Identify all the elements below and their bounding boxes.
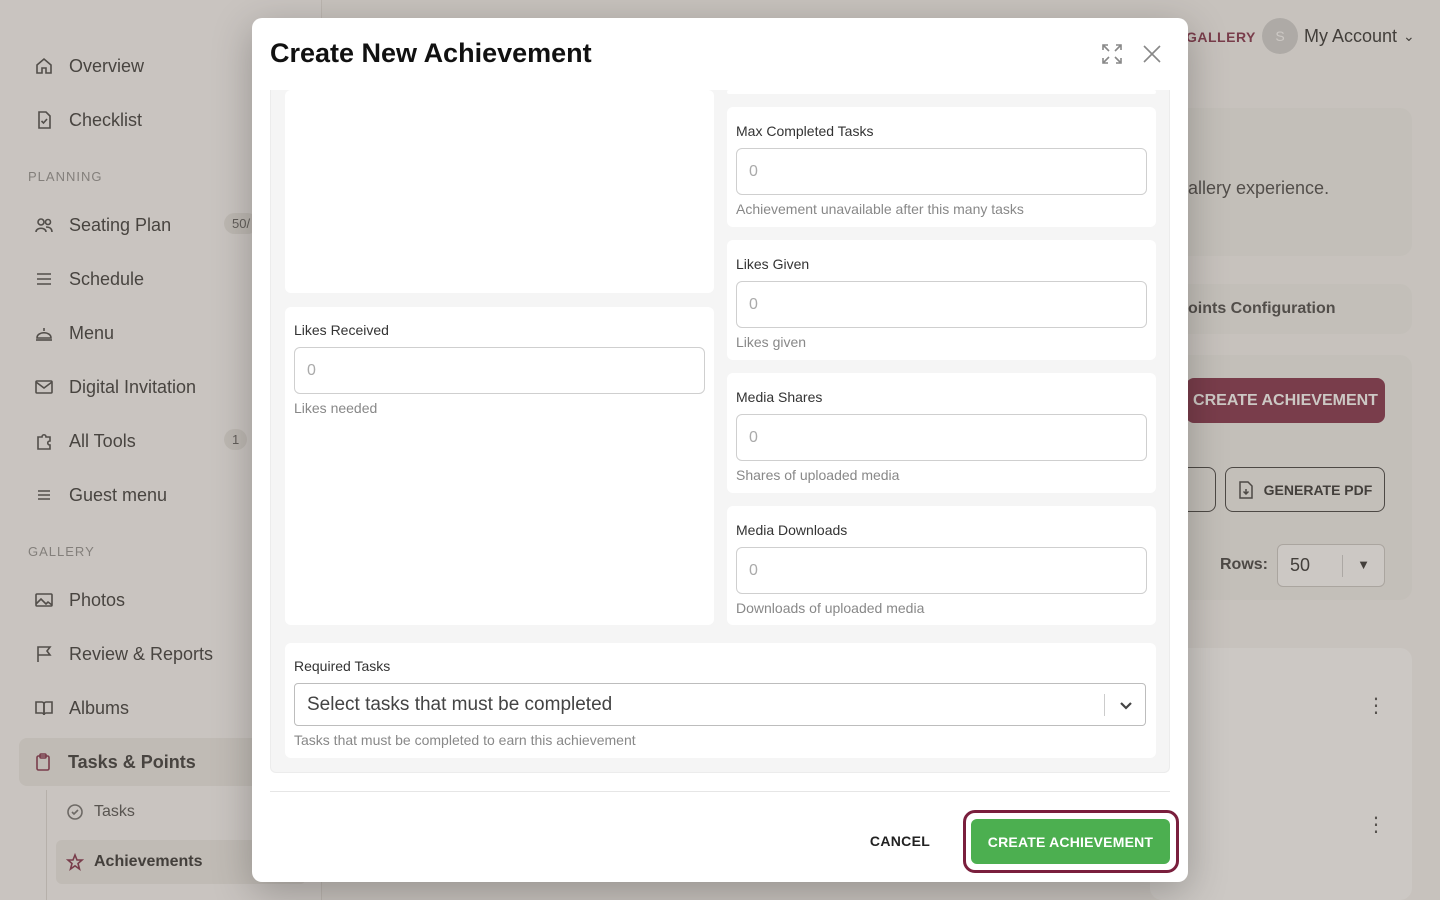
chevron-down-icon[interactable] (1117, 696, 1135, 714)
media-downloads-label: Media Downloads (736, 522, 848, 538)
required-tasks-panel: Required Tasks Select tasks that must be… (285, 643, 1156, 758)
media-shares-input[interactable]: 0 (736, 414, 1147, 461)
media-shares-panel: Media Shares 0 Shares of uploaded media (727, 373, 1156, 493)
close-icon[interactable] (1140, 42, 1164, 66)
create-achievement-button[interactable]: CREATE ACHIEVEMENT (971, 819, 1170, 864)
cancel-button[interactable]: CANCEL (857, 824, 943, 858)
media-downloads-panel: Media Downloads 0 Downloads of uploaded … (727, 506, 1156, 625)
likes-received-panel: Likes Received 0 Likes needed (285, 307, 714, 625)
likes-received-input[interactable]: 0 (294, 347, 705, 394)
media-downloads-help: Downloads of uploaded media (736, 600, 925, 616)
likes-given-input[interactable]: 0 (736, 281, 1147, 328)
likes-given-panel: Likes Given 0 Likes given (727, 240, 1156, 360)
likes-given-label: Likes Given (736, 256, 810, 272)
required-tasks-label: Required Tasks (294, 658, 391, 674)
media-shares-label: Media Shares (736, 389, 823, 405)
max-completed-tasks-help: Achievement unavailable after this many … (736, 201, 1024, 217)
required-tasks-help: Tasks that must be completed to earn thi… (294, 732, 636, 748)
likes-received-label: Likes Received (294, 322, 389, 338)
select-separator (1104, 694, 1105, 716)
modal-title: Create New Achievement (270, 38, 592, 68)
form-scroll-area[interactable]: Likes Received 0 Likes needed Max Comple… (270, 90, 1170, 773)
max-completed-tasks-label: Max Completed Tasks (736, 123, 874, 139)
form-panel (285, 90, 714, 293)
form-panel (727, 90, 1156, 94)
likes-received-help: Likes needed (294, 400, 378, 416)
max-completed-tasks-panel: Max Completed Tasks 0 Achievement unavai… (727, 107, 1156, 227)
expand-icon[interactable] (1100, 42, 1124, 66)
likes-given-help: Likes given (736, 334, 807, 350)
footer-divider (270, 791, 1170, 792)
create-achievement-modal: Create New Achievement Likes Received 0 … (252, 18, 1188, 882)
media-shares-help: Shares of uploaded media (736, 467, 900, 483)
required-tasks-select[interactable]: Select tasks that must be completed (294, 683, 1146, 726)
max-completed-tasks-input[interactable]: 0 (736, 148, 1147, 195)
required-tasks-placeholder: Select tasks that must be completed (307, 693, 613, 715)
media-downloads-input[interactable]: 0 (736, 547, 1147, 594)
